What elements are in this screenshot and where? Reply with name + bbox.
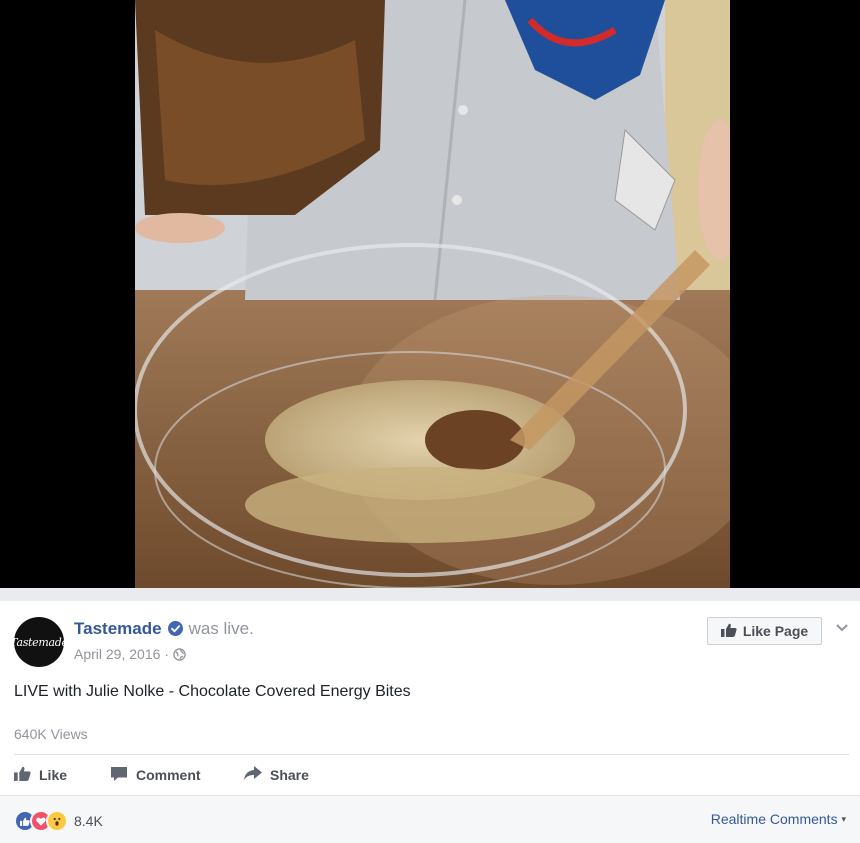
- video-frame[interactable]: [135, 0, 730, 588]
- meta-separator: ·: [164, 646, 170, 662]
- comment-icon: [110, 766, 128, 785]
- chevron-down-icon[interactable]: [835, 620, 849, 638]
- like-icon: [14, 766, 31, 784]
- post-meta: April 29, 2016 ·: [74, 646, 186, 664]
- live-status-text: was live.: [188, 619, 254, 638]
- like-page-button[interactable]: Like Page: [707, 617, 822, 645]
- verified-check-icon: [167, 621, 183, 641]
- page-avatar[interactable]: Tastemade: [10, 617, 68, 667]
- video-player[interactable]: [0, 0, 860, 588]
- share-icon: [244, 766, 262, 784]
- thumbs-up-icon: [720, 623, 737, 640]
- comment-button[interactable]: Comment: [110, 764, 201, 786]
- realtime-comments-toggle[interactable]: Realtime Comments ▾: [711, 811, 846, 827]
- like-page-label: Like Page: [742, 623, 809, 639]
- avatar-logo-text: Tastemade: [10, 635, 68, 649]
- reactions-footer: 8.4K Realtime Comments ▾: [0, 795, 860, 843]
- realtime-comments-label: Realtime Comments: [710, 811, 838, 827]
- caret-down-icon: ▾: [841, 814, 846, 824]
- video-still-image: [135, 0, 730, 588]
- like-button[interactable]: Like: [14, 764, 67, 786]
- share-button[interactable]: Share: [244, 764, 309, 786]
- actions-divider: [14, 754, 849, 755]
- share-label: Share: [270, 767, 309, 783]
- wow-reaction-icon: [46, 810, 68, 832]
- post-header: Tastemade was live.: [74, 619, 254, 641]
- page-name-link[interactable]: Tastemade: [74, 619, 162, 638]
- reactions-summary[interactable]: 8.4K: [14, 810, 103, 832]
- feed-gap: [0, 588, 860, 601]
- comment-label: Comment: [136, 767, 201, 783]
- view-count: 640K Views: [14, 726, 88, 742]
- post-card: Tastemade Tastemade was live. April 29, 2…: [0, 601, 860, 843]
- post-title: LIVE with Julie Nolke - Chocolate Covere…: [14, 683, 411, 700]
- like-label: Like: [39, 767, 68, 783]
- globe-icon[interactable]: [173, 648, 186, 664]
- reaction-count: 8.4K: [74, 813, 103, 829]
- post-date-link[interactable]: April 29, 2016: [74, 646, 160, 662]
